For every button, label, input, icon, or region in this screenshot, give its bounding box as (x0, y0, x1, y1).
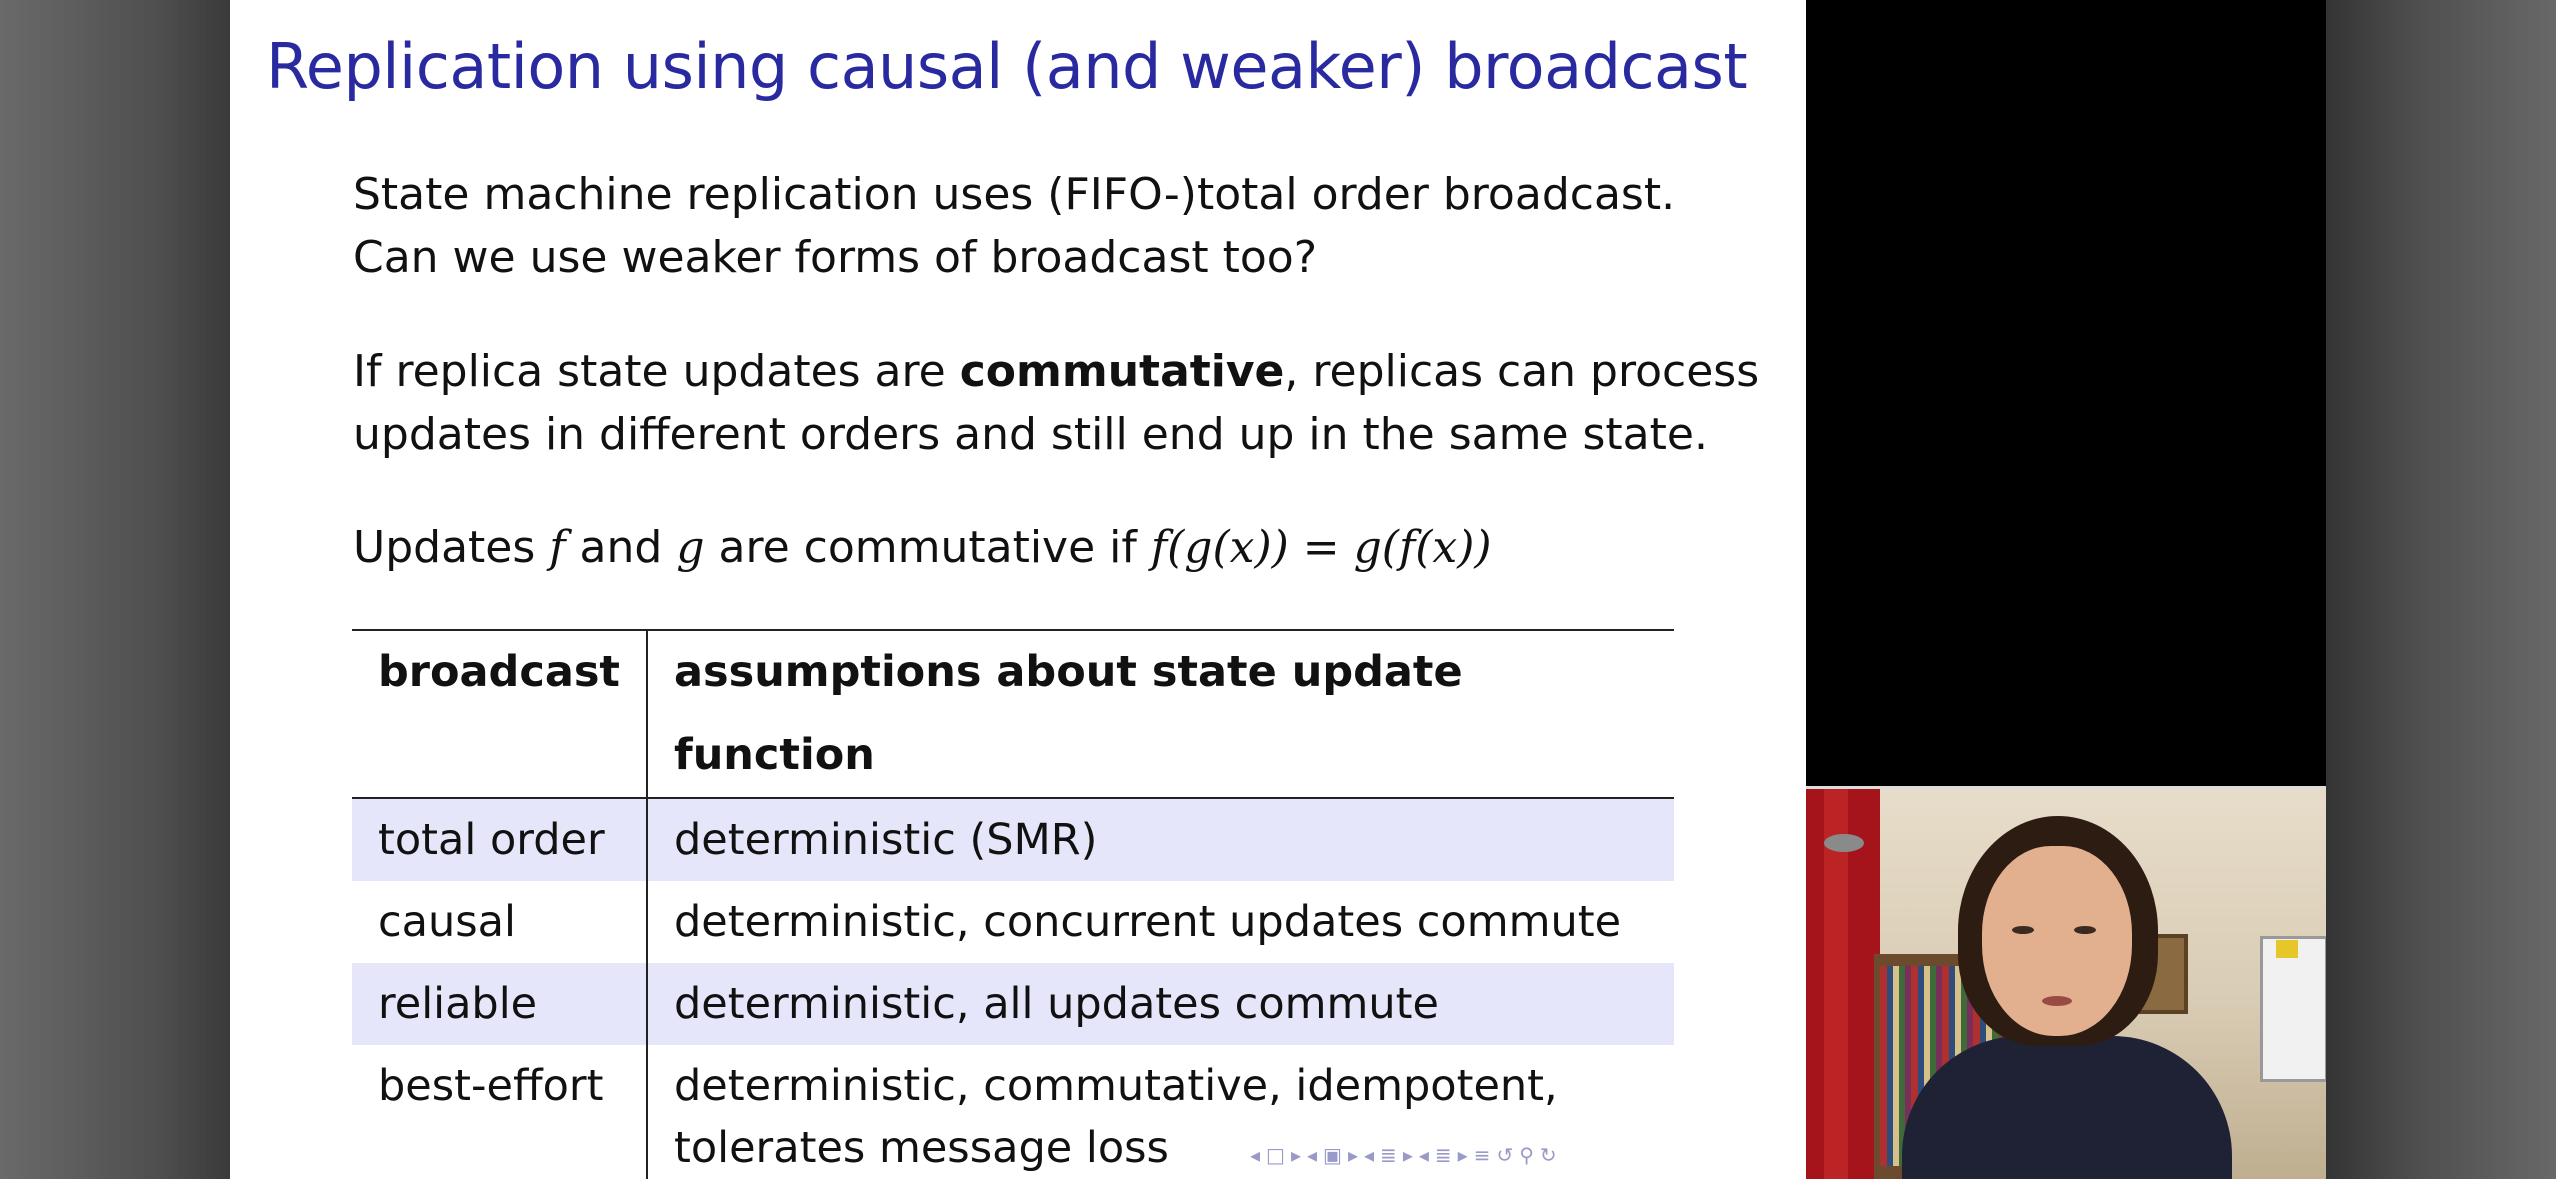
cell-assumptions: deterministic, concurrent updates commut… (673, 897, 1622, 947)
presenter-webcam (1806, 786, 2326, 1179)
paragraph-commutative-line2: updates in different orders and still en… (353, 409, 1708, 460)
nav-next-icon[interactable]: ▸ (1403, 1143, 1413, 1167)
subsection-icon[interactable]: ▣ (1323, 1143, 1342, 1167)
paragraph-definition: Updates f and g are commutative if f(g(x… (353, 516, 1492, 579)
paragraph-smr-line1: State machine replication uses (FIFO-)to… (353, 169, 1676, 220)
left-letterbox (0, 0, 230, 1179)
search-icon[interactable]: ⚲ (1519, 1143, 1534, 1167)
section-icon[interactable]: ≣ (1380, 1143, 1397, 1167)
bold-term-commutative: commutative (959, 346, 1285, 397)
paragraph-smr-line2: Can we use weaker forms of broadcast too… (353, 232, 1318, 283)
math-f: f (549, 522, 566, 573)
cell-broadcast: causal (352, 881, 648, 963)
presenter-eye (2074, 926, 2096, 934)
cell-assumptions-line1: deterministic, commutative, idempotent, (673, 1061, 1558, 1111)
cell-assumptions: deterministic, all updates commute (646, 963, 1674, 1045)
paragraph-smr: State machine replication uses (FIFO-)to… (353, 163, 1675, 289)
nav-prev-icon[interactable]: ◂ (1419, 1143, 1429, 1167)
video-frame: Replication using causal (and weaker) br… (0, 0, 2556, 1179)
presenter-face (1982, 846, 2132, 1036)
presenter-mouth (2042, 996, 2072, 1006)
table-row: reliable deterministic, all updates comm… (352, 963, 1674, 1045)
presentation-slide: Replication using causal (and weaker) br… (230, 0, 1806, 1179)
table-row: causal deterministic, concurrent updates… (352, 881, 1674, 963)
nav-next-icon[interactable]: ▸ (1348, 1143, 1358, 1167)
paragraph-commutative-line1: If replica state updates are commutative… (353, 340, 1759, 403)
text-segment: If replica state updates are (353, 346, 960, 397)
right-letterbox (2326, 0, 2556, 1179)
math-g: g (676, 522, 705, 573)
text-segment: , replicas can process (1284, 346, 1760, 397)
slide-title: Replication using causal (and weaker) br… (266, 30, 1748, 103)
cell-broadcast: reliable (352, 963, 648, 1045)
webcam-lamp (1824, 834, 1864, 852)
presenter-eye (2012, 926, 2034, 934)
forward-icon[interactable]: ↻ (1540, 1143, 1557, 1167)
frame-icon[interactable]: □ (1266, 1143, 1285, 1167)
nav-next-icon[interactable]: ▸ (1458, 1143, 1468, 1167)
text-segment: are commutative if (704, 522, 1151, 573)
text-segment: Updates (353, 522, 550, 573)
math-formula: f(g(x)) = g(f(x)) (1150, 522, 1492, 573)
table-header-row: broadcast assumptions about state update… (352, 629, 1674, 799)
text-segment: and (565, 522, 677, 573)
broadcast-table: broadcast assumptions about state update… (352, 629, 1674, 1179)
cell-assumptions: deterministic (SMR) (646, 798, 1674, 881)
webcam-sticky-note (2276, 940, 2298, 958)
appendix-icon[interactable]: ≡ (1474, 1143, 1491, 1167)
table-row: total order deterministic (SMR) (352, 798, 1674, 881)
header-broadcast: broadcast (352, 629, 648, 799)
nav-prev-icon[interactable]: ◂ (1307, 1143, 1317, 1167)
nav-prev-icon[interactable]: ◂ (1250, 1143, 1260, 1167)
document-icon[interactable]: ≣ (1435, 1143, 1452, 1167)
back-icon[interactable]: ↺ (1496, 1143, 1513, 1167)
cell-broadcast: total order (352, 798, 648, 881)
webcam-border (1806, 786, 2326, 789)
nav-next-icon[interactable]: ▸ (1291, 1143, 1301, 1167)
nav-prev-icon[interactable]: ◂ (1364, 1143, 1374, 1167)
paragraph-commutative: If replica state updates are commutative… (353, 340, 1759, 466)
header-assumptions: assumptions about state update function (646, 629, 1674, 799)
cell-broadcast: best-effort (352, 1045, 648, 1179)
beamer-navigation: ◂ □ ▸ ◂ ▣ ▸ ◂ ≣ ▸ ◂ ≣ ▸ ≡ ↺ ⚲ ↻ (1250, 1140, 1557, 1170)
